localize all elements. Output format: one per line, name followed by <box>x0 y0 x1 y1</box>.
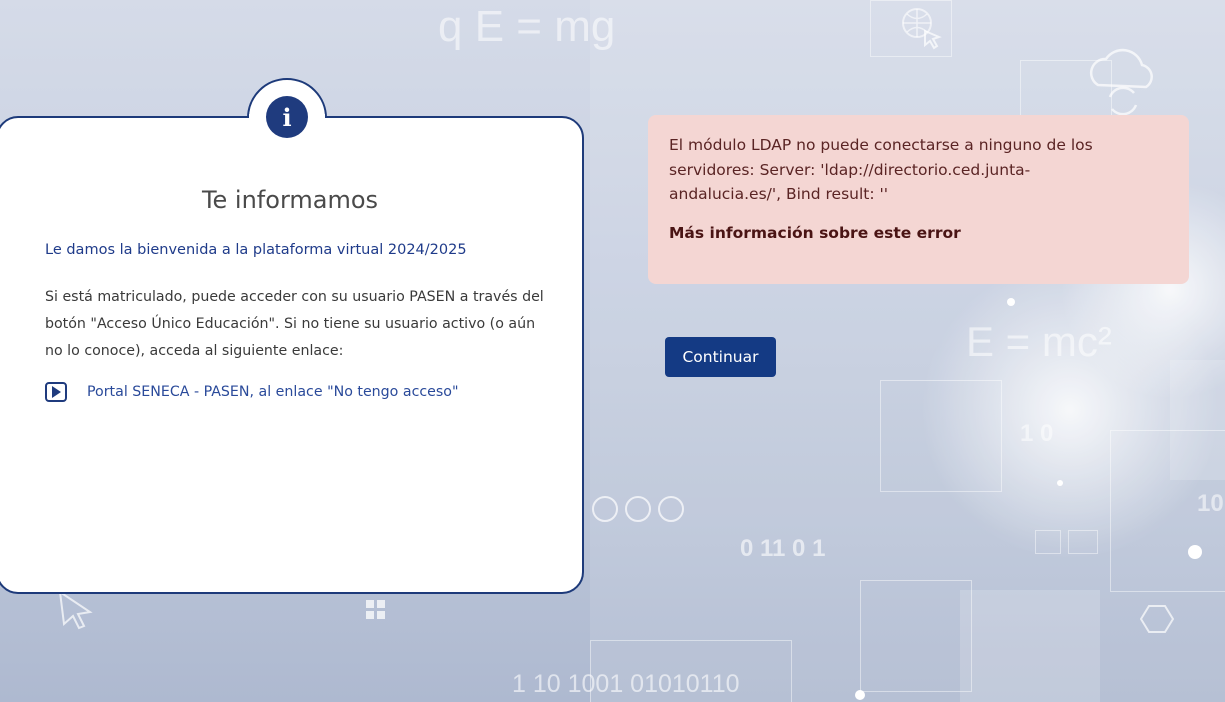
error-message: El módulo LDAP no puede conectarse a nin… <box>669 136 1093 203</box>
play-icon <box>45 382 67 402</box>
globe-cursor-icon <box>902 8 942 50</box>
pointer-cursor-icon <box>58 590 93 630</box>
hexagon-icon <box>1140 605 1174 633</box>
error-more-info-link[interactable]: Más información sobre este error <box>669 224 1169 242</box>
continue-button[interactable]: Continuar <box>665 337 776 377</box>
seneca-pasen-link-label[interactable]: Portal SENECA - PASEN, al enlace "No ten… <box>87 384 459 400</box>
info-icon: i <box>266 96 308 138</box>
ldap-error-alert: El módulo LDAP no puede conectarse a nin… <box>648 115 1189 284</box>
formula-gravity: q E = mg <box>438 2 616 51</box>
info-title: Te informamos <box>201 186 379 214</box>
cloud-sync-icon <box>1089 48 1153 115</box>
binary-text-right: 1 0 <box>1020 420 1054 447</box>
info-body-text: Si está matriculado, puede acceder con s… <box>45 289 544 359</box>
formula-energy: E = mc² <box>966 318 1112 365</box>
seneca-pasen-link[interactable]: Portal SENECA - PASEN, al enlace "No ten… <box>45 382 459 402</box>
binary-text-edge: 10 <box>1197 490 1224 517</box>
binary-text-bottom: 1 10 1001 01010110 <box>512 670 740 698</box>
media-controls-icon <box>592 496 684 522</box>
welcome-heading: Le damos la bienvenida a la plataforma v… <box>45 242 467 258</box>
grid-icon <box>366 600 385 619</box>
binary-text-middle: 0 11 0 1 <box>740 535 826 562</box>
